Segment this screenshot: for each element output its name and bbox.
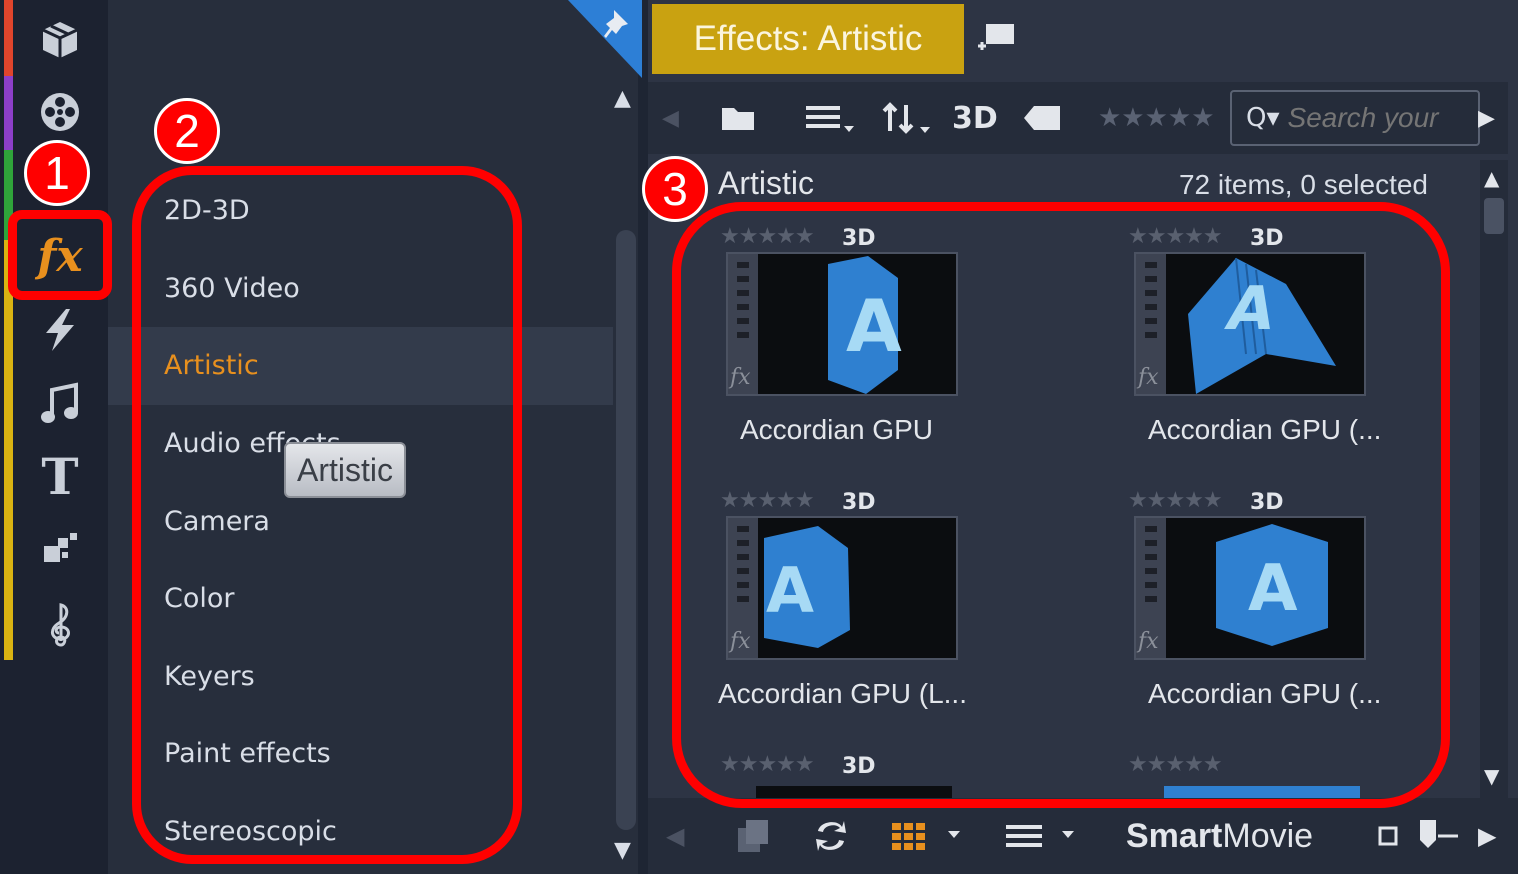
- left-icon-rail: fx T: [0, 0, 108, 874]
- rail-color-strip-purple-2: [4, 76, 13, 146]
- annotation-label-2: 2: [154, 98, 220, 164]
- annotation-box-3: [672, 202, 1450, 808]
- folder-title: Artistic: [718, 165, 814, 201]
- annotation-label-1: 1: [24, 140, 90, 206]
- film-reel-icon[interactable]: [28, 82, 92, 142]
- annotation-box-1: [8, 210, 112, 300]
- toolbar-back-icon[interactable]: ◀: [662, 82, 679, 154]
- search-field[interactable]: Q▾: [1230, 90, 1480, 146]
- folder-icon[interactable]: [720, 82, 758, 154]
- music-note-icon[interactable]: [28, 374, 92, 434]
- category-scroll-up-icon[interactable]: ▲: [614, 86, 631, 111]
- smartmovie-button[interactable]: Smart Movie: [1126, 798, 1313, 874]
- treble-clef-icon[interactable]: [28, 594, 92, 654]
- effects-toolbar: ◀ 3D ★★★★★ Q▾ ▶: [648, 82, 1508, 154]
- rating-filter-stars[interactable]: ★★★★★: [1098, 82, 1215, 154]
- 3d-filter-button[interactable]: 3D: [952, 82, 998, 154]
- annotation-label-3: 3: [642, 156, 708, 222]
- tab-effects-artistic[interactable]: Effects: Artistic: [652, 4, 964, 74]
- package-icon[interactable]: [28, 10, 92, 70]
- annotation-box-2: [132, 166, 522, 864]
- bottom-back-icon[interactable]: ◀: [666, 798, 684, 874]
- item-count: 72 items, 0 selected: [1178, 169, 1428, 200]
- sort-dropdown-icon[interactable]: [880, 82, 934, 154]
- category-scrollbar[interactable]: [616, 230, 636, 830]
- transition-icon[interactable]: [28, 520, 92, 580]
- rail-color-strip-yellow: [4, 240, 13, 660]
- search-input[interactable]: [1287, 102, 1448, 134]
- refresh-icon[interactable]: [814, 798, 848, 874]
- add-folder-icon[interactable]: [976, 20, 1016, 60]
- grid-scroll-down-icon[interactable]: ▼: [1484, 764, 1499, 788]
- details-view-dropdown-icon[interactable]: [1004, 798, 1080, 874]
- pin-icon[interactable]: [568, 0, 642, 78]
- tag-icon[interactable]: [1022, 82, 1062, 154]
- grid-scrollbar[interactable]: ▲ ▼: [1480, 160, 1508, 800]
- grid-scroll-thumb[interactable]: [1484, 198, 1504, 234]
- effects-bottom-bar: ◀ Smart Movie ▶: [648, 798, 1518, 874]
- title-icon[interactable]: T: [28, 446, 92, 506]
- grid-view-dropdown-icon[interactable]: [890, 798, 966, 874]
- copy-icon[interactable]: [736, 798, 772, 874]
- size-slider[interactable]: [1378, 798, 1458, 874]
- lightning-icon[interactable]: [28, 300, 92, 360]
- toolbar-forward-icon[interactable]: ▶: [1478, 82, 1495, 154]
- list-view-dropdown-icon[interactable]: [804, 82, 856, 154]
- search-icon: Q▾: [1246, 103, 1280, 133]
- grid-scroll-up-icon[interactable]: ▲: [1484, 166, 1499, 190]
- bottom-forward-icon[interactable]: ▶: [1478, 798, 1496, 874]
- category-scroll-down-icon[interactable]: ▼: [614, 838, 631, 863]
